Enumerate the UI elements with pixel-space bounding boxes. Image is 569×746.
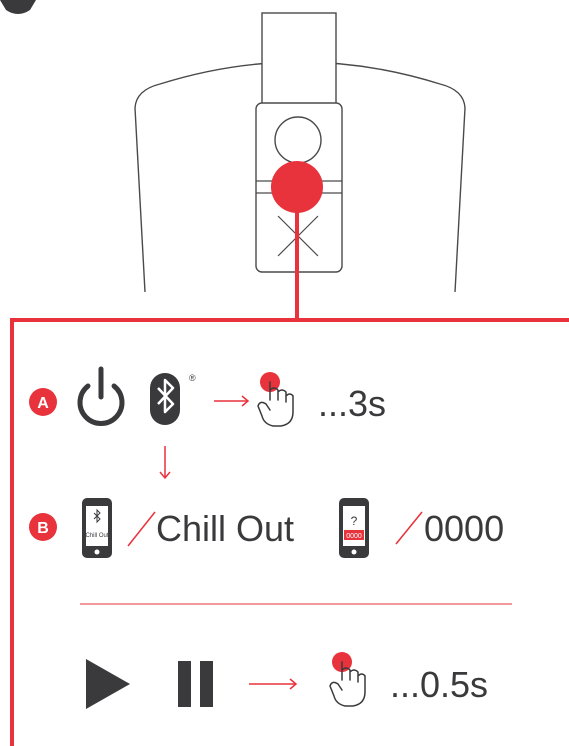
phone-pin-icon: ? 0000 <box>339 498 369 558</box>
press-hand-icon <box>257 372 294 427</box>
phone-bluetooth-icon: Chill Out <box>82 498 112 558</box>
device-main-button-highlight <box>271 161 323 213</box>
play-icon <box>86 659 130 709</box>
phone-question-mark: ? <box>351 514 358 528</box>
arrow-down-icon <box>159 446 171 480</box>
bluetooth-icon <box>150 373 180 425</box>
lightbulb-icon <box>0 0 36 14</box>
device-clip <box>261 12 337 105</box>
slash-connector-1 <box>127 511 156 547</box>
registered-mark-icon: ® <box>189 373 196 383</box>
device-illustration <box>134 12 466 293</box>
phone-device-label: Chill Out <box>85 533 108 539</box>
step-a-badge: A <box>29 388 57 416</box>
step-b-pin: 0000 <box>424 508 504 549</box>
step-a-duration: ...3s <box>318 383 386 424</box>
phone-pin-code: 0000 <box>346 533 362 540</box>
pause-icon <box>178 661 213 707</box>
device-top-button <box>274 116 322 164</box>
step-a-badge-label: A <box>37 395 49 412</box>
play-pause-duration: ...0.5s <box>390 664 488 705</box>
slash-connector-2 <box>395 511 423 545</box>
step-b-badge: B <box>29 513 57 541</box>
arrow-right-icon <box>249 678 298 690</box>
step-b-device-name: Chill Out <box>156 508 294 549</box>
power-icon <box>77 366 125 426</box>
step-b-badge-label: B <box>37 520 49 537</box>
pairing-instruction-diagram: A ® ...3s B Chill Out Chill Out ? 0000 0… <box>0 0 569 746</box>
arrow-right-icon <box>214 395 250 407</box>
press-hand-icon <box>329 652 366 707</box>
